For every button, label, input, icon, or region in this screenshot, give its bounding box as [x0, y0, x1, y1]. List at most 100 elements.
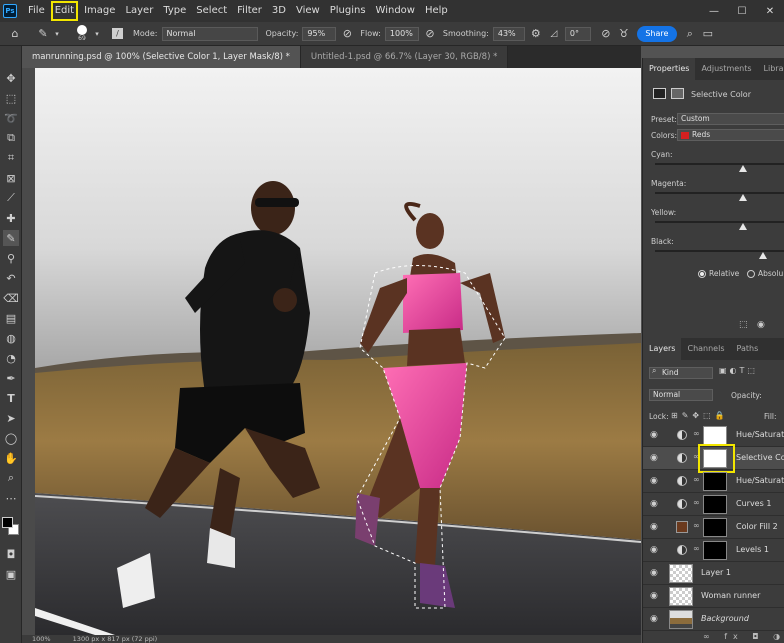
chevron-down-icon[interactable]: ▾ — [50, 27, 64, 41]
pressure-size-icon[interactable]: ⊘ — [599, 27, 613, 41]
menu-file[interactable]: File — [23, 0, 50, 22]
quick-mask-icon[interactable]: ◘ — [3, 546, 19, 562]
chevron-down-icon[interactable]: ▾ — [90, 27, 104, 41]
layer-mask-thumbnail[interactable] — [703, 495, 727, 514]
link-icon[interactable]: ∞ — [693, 544, 700, 553]
layer-mask-thumbnail[interactable] — [703, 426, 727, 445]
path-selection-tool-icon[interactable]: ➤ — [3, 410, 19, 426]
foreground-color-swatch[interactable] — [2, 517, 13, 528]
layer-row[interactable]: ◉ ∞ Curves 1 — [643, 493, 784, 516]
menu-filter[interactable]: Filter — [232, 0, 267, 22]
eye-icon[interactable]: ◉ — [650, 614, 662, 624]
move-tool-icon[interactable]: ✥ — [3, 70, 19, 86]
home-icon[interactable]: ⌂ — [8, 27, 22, 41]
mode-select[interactable]: Normal — [161, 26, 258, 41]
blur-tool-icon[interactable]: ◍ — [3, 330, 19, 346]
document-canvas[interactable] — [35, 68, 641, 635]
share-button[interactable]: Share — [636, 25, 677, 42]
angle-field[interactable]: 0° — [564, 26, 591, 41]
cyan-slider-thumb[interactable] — [739, 165, 747, 172]
minimize-icon[interactable]: — — [700, 0, 728, 22]
black-slider-thumb[interactable] — [759, 252, 767, 259]
menu-3d[interactable]: 3D — [267, 0, 291, 22]
search-icon[interactable]: ⌕ — [683, 27, 697, 41]
colors-select[interactable]: Reds — [677, 129, 784, 141]
filter-icons[interactable]: ▣◐T⬚ — [719, 366, 758, 375]
link-icon[interactable]: ∞ — [693, 475, 700, 484]
screen-mode-icon[interactable]: ▣ — [3, 566, 19, 582]
cyan-slider-track[interactable] — [655, 163, 784, 165]
layer-mask-thumbnail[interactable] — [703, 541, 727, 560]
eye-icon[interactable]: ◉ — [650, 568, 662, 578]
tab-layers[interactable]: Layers — [643, 338, 682, 360]
crop-tool-icon[interactable]: ⌗ — [3, 150, 19, 166]
brush-preset-picker[interactable]: 69 — [74, 25, 90, 42]
zoom-level[interactable]: 100% — [32, 635, 51, 643]
tab-untitled[interactable]: Untitled-1.psd @ 66.7% (Layer 30, RGB/8)… — [300, 46, 509, 68]
eye-icon[interactable]: ◉ — [650, 522, 662, 532]
smoothing-field[interactable]: 43% — [492, 26, 525, 41]
menu-type[interactable]: Type — [158, 0, 191, 22]
clip-to-layer-icon[interactable]: ⬚ — [739, 320, 748, 330]
menu-layer[interactable]: Layer — [120, 0, 158, 22]
link-icon[interactable]: ∞ — [693, 498, 700, 507]
shape-tool-icon[interactable]: ◯ — [3, 430, 19, 446]
flow-field[interactable]: 100% — [384, 26, 419, 41]
relative-radio[interactable] — [698, 270, 706, 278]
clone-stamp-tool-icon[interactable]: ⚲ — [3, 250, 19, 266]
brush-tool-icon[interactable]: ✎ — [3, 230, 19, 246]
eye-icon[interactable]: ◉ — [650, 499, 662, 509]
magenta-slider-thumb[interactable] — [739, 194, 747, 201]
tab-libraries[interactable]: Librarie — [758, 58, 784, 80]
tab-properties[interactable]: Properties — [643, 58, 696, 80]
workspace-icon[interactable]: ▭ — [701, 27, 715, 41]
layer-mask-thumbnail[interactable] — [703, 472, 727, 491]
lasso-tool-icon[interactable]: ➰ — [3, 110, 19, 126]
menu-edit[interactable]: Edit — [50, 0, 79, 22]
menu-select[interactable]: Select — [191, 0, 232, 22]
layer-row[interactable]: ◉ Layer 1 — [643, 562, 784, 585]
object-selection-tool-icon[interactable]: ⧉ — [3, 130, 19, 146]
eye-icon[interactable]: ◉ — [650, 476, 662, 486]
airbrush-icon[interactable]: ⊘ — [423, 27, 437, 41]
hand-tool-icon[interactable]: ✋ — [3, 450, 19, 466]
menu-image[interactable]: Image — [79, 0, 120, 22]
tab-adjustments[interactable]: Adjustments — [695, 58, 757, 80]
history-brush-tool-icon[interactable]: ↶ — [3, 270, 19, 286]
menu-view[interactable]: View — [291, 0, 325, 22]
layer-row-selected[interactable]: ◉ ∞ Selective Color — [643, 444, 784, 473]
frame-tool-icon[interactable]: ⊠ — [3, 170, 19, 186]
link-icon[interactable]: ∞ — [693, 429, 700, 438]
layer-row[interactable]: ◉ ∞ Hue/Saturation — [643, 470, 784, 493]
gear-icon[interactable]: ⚙ — [529, 27, 543, 41]
layer-row[interactable]: ◉ ∞ Color Fill 2 — [643, 516, 784, 539]
eyedropper-tool-icon[interactable]: ⟋ — [3, 190, 19, 206]
menu-plugins[interactable]: Plugins — [325, 0, 371, 22]
zoom-tool-icon[interactable]: ⌕ — [3, 470, 19, 486]
symmetry-icon[interactable]: ♉ — [617, 27, 631, 41]
type-tool-icon[interactable]: T — [3, 390, 19, 406]
maximize-icon[interactable]: ☐ — [728, 0, 756, 22]
eye-icon[interactable]: ◉ — [650, 430, 662, 440]
layer-mask-thumbnail[interactable] — [703, 518, 727, 537]
layer-row[interactable]: ◉ Woman runner — [643, 585, 784, 608]
tab-manrunning[interactable]: manrunning.psd @ 100% (Selective Color 1… — [22, 46, 301, 68]
dodge-tool-icon[interactable]: ◔ — [3, 350, 19, 366]
pressure-opacity-icon[interactable]: ⊘ — [340, 27, 354, 41]
brush-settings-icon[interactable]: / — [112, 28, 123, 39]
yellow-slider-track[interactable] — [655, 221, 784, 223]
lock-icons[interactable]: ⊞✎✥⬚🔒 — [671, 411, 729, 420]
opacity-field[interactable]: 95% — [302, 26, 337, 41]
layer-row[interactable]: ◉ ∞ Levels 1 — [643, 539, 784, 562]
eye-icon[interactable]: ◉ — [650, 591, 662, 601]
yellow-slider-thumb[interactable] — [739, 223, 747, 230]
magenta-slider-track[interactable] — [655, 192, 784, 194]
close-icon[interactable]: ✕ — [756, 0, 784, 22]
pen-tool-icon[interactable]: ✒ — [3, 370, 19, 386]
tab-channels[interactable]: Channels — [681, 338, 730, 360]
menu-window[interactable]: Window — [371, 0, 420, 22]
menu-help[interactable]: Help — [420, 0, 453, 22]
marquee-tool-icon[interactable]: ⬚ — [3, 90, 19, 106]
mask-icon[interactable] — [671, 88, 684, 99]
healing-brush-tool-icon[interactable]: ✚ — [3, 210, 19, 226]
